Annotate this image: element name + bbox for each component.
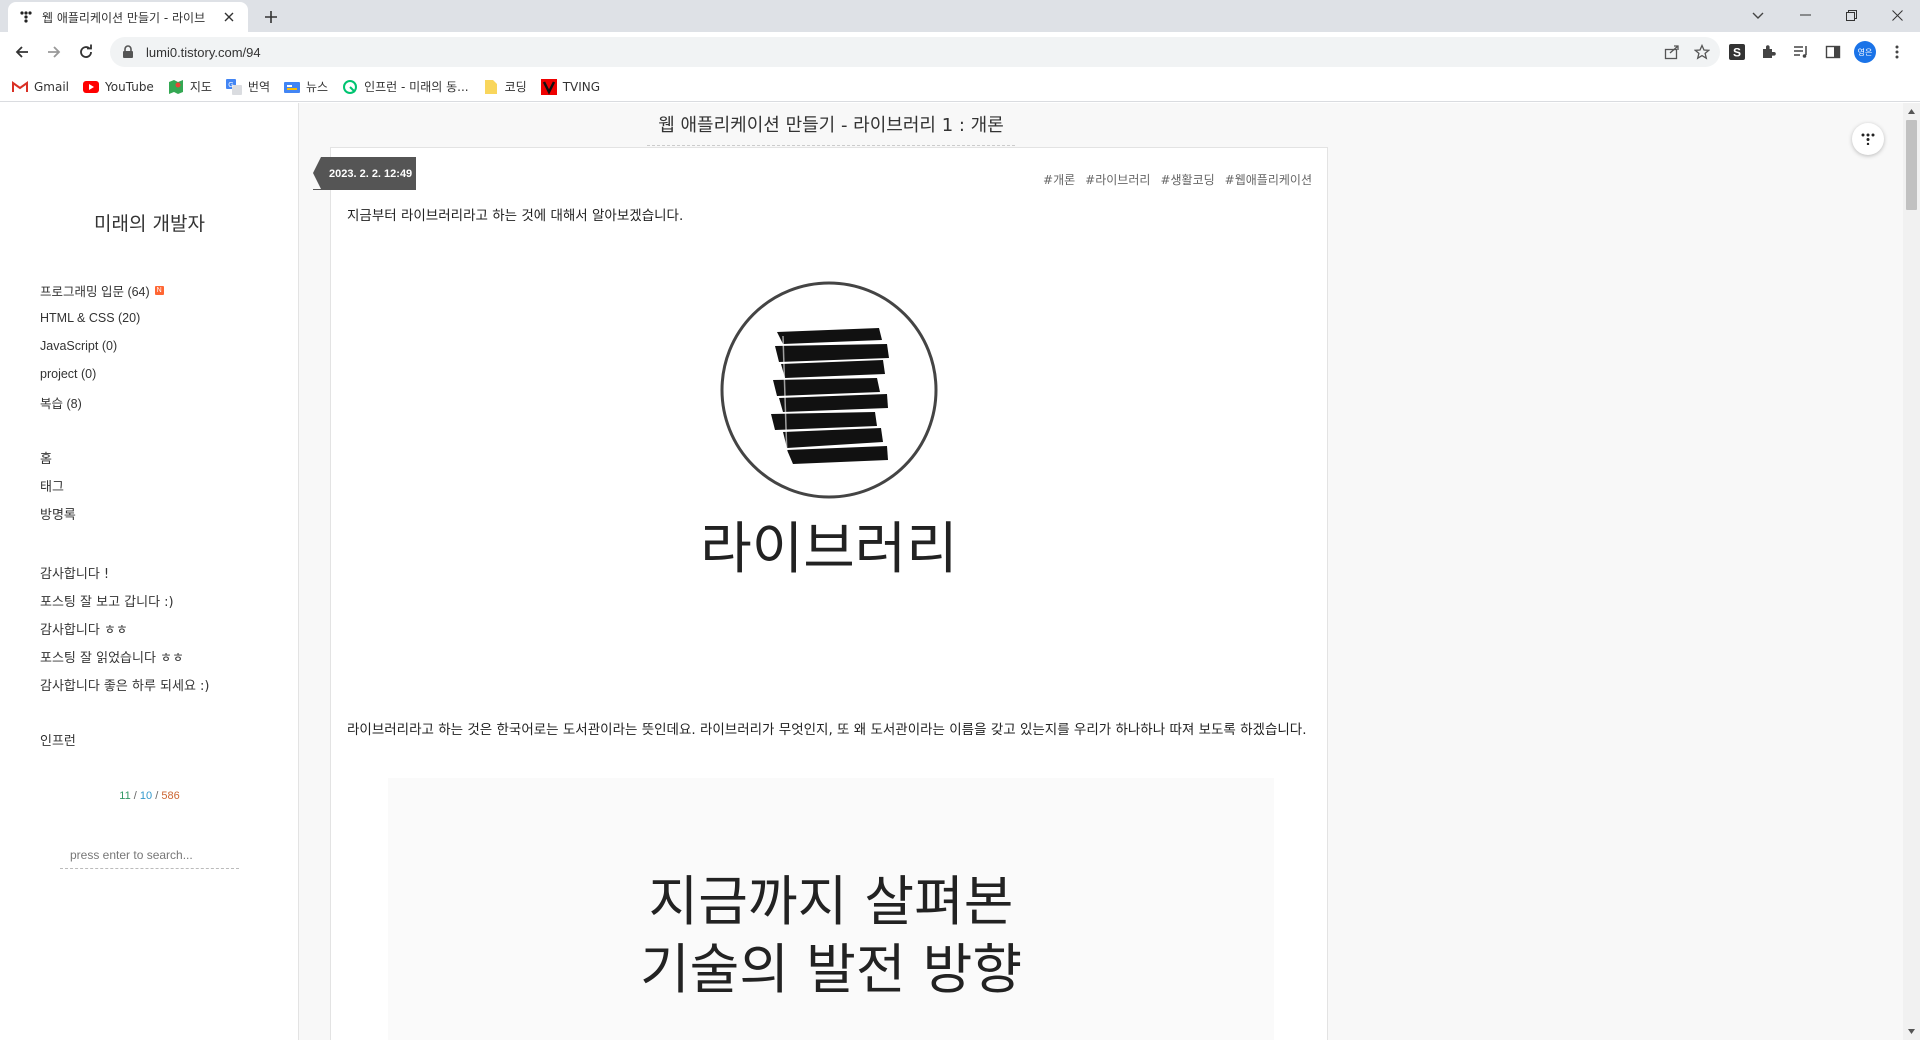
- url-text: lumi0.tistory.com/94: [146, 44, 261, 60]
- category-item[interactable]: JavaScript (0): [40, 332, 164, 360]
- svg-text:G: G: [228, 82, 233, 89]
- inflearn-icon: [342, 79, 358, 95]
- floating-menu-button[interactable]: [1852, 123, 1884, 155]
- tab-strip: 웹 애플리케이션 만들기 - 라이브: [0, 0, 1920, 32]
- back-arrow-icon[interactable]: [8, 38, 36, 66]
- minimize-icon[interactable]: [1782, 0, 1828, 30]
- extensions-puzzle-icon[interactable]: [1756, 39, 1782, 65]
- recent-comment-item[interactable]: 감사합니다 !: [40, 558, 210, 586]
- new-badge: N: [154, 285, 164, 295]
- restore-icon[interactable]: [1828, 0, 1874, 30]
- recent-comments: 감사합니다 ! 포스팅 잘 보고 갑니다 :) 감사합니다 ㅎㅎ 포스팅 잘 읽…: [40, 558, 210, 698]
- tag-link[interactable]: #라이브러리: [1085, 171, 1150, 188]
- category-item[interactable]: project (0): [40, 360, 164, 388]
- scroll-up-arrow-icon[interactable]: [1903, 103, 1920, 120]
- tag-link[interactable]: #개론: [1043, 171, 1075, 188]
- forward-arrow-icon[interactable]: [40, 38, 68, 66]
- search-input[interactable]: [60, 843, 239, 867]
- post-paragraph: 지금부터 라이브러리라고 하는 것에 대해서 알아보겠습니다.: [347, 208, 684, 224]
- close-window-icon[interactable]: [1874, 0, 1920, 30]
- blog-search: [60, 843, 239, 869]
- post-date-badge: 2023. 2. 2. 12:49: [313, 157, 416, 190]
- bookmark-inflearn[interactable]: 인프런 - 미래의 동...: [342, 78, 469, 95]
- share-icon[interactable]: [1664, 44, 1680, 60]
- bookmark-news[interactable]: 뉴스: [284, 78, 328, 95]
- post-article: #개론 #라이브러리 #생활코딩 #웹애플리케이션 지금부터 라이브러리라고 하…: [330, 147, 1328, 1040]
- bookmark-gmail[interactable]: Gmail: [12, 79, 69, 95]
- scrollbar-thumb[interactable]: [1906, 120, 1917, 210]
- folder-icon: [483, 79, 499, 95]
- bookmark-tving[interactable]: TVING: [540, 78, 600, 95]
- menu-item-tags[interactable]: 태그: [40, 471, 76, 499]
- page-viewport: 미래의 개발자 프로그래밍 입문 (64) N HTML & CSS (20) …: [0, 103, 1920, 1040]
- youtube-icon: [83, 79, 100, 95]
- slide-line-2: 기술의 발전 방향: [640, 938, 1022, 1001]
- scroll-down-arrow-icon[interactable]: [1903, 1023, 1920, 1040]
- tag-link[interactable]: #생활코딩: [1160, 171, 1214, 188]
- post-title[interactable]: 웹 애플리케이션 만들기 - 라이브러리 1 : 개론: [647, 111, 1015, 146]
- visitor-counter: 11 / 10 / 586: [119, 790, 180, 802]
- menu-item-home[interactable]: 홈: [40, 443, 76, 471]
- more-menu-icon[interactable]: [1884, 39, 1910, 65]
- tech-evolution-slide[interactable]: 지금까지 살펴본 기술의 발전 방향: [388, 778, 1274, 1040]
- post-tags: #개론 #라이브러리 #생활코딩 #웹애플리케이션: [1043, 171, 1312, 188]
- gmail-icon: [12, 79, 28, 95]
- blog-title[interactable]: 미래의 개발자: [0, 209, 299, 236]
- reload-icon[interactable]: [72, 38, 100, 66]
- extension-s-icon[interactable]: S: [1724, 39, 1750, 65]
- link-inflearn[interactable]: 인프런: [40, 730, 76, 749]
- browser-tab[interactable]: 웹 애플리케이션 만들기 - 라이브: [8, 2, 248, 32]
- bookmark-translate[interactable]: G 번역: [225, 78, 270, 95]
- counter-today: 10: [139, 790, 153, 802]
- tab-search-chevron-icon[interactable]: [1744, 4, 1772, 28]
- profile-avatar[interactable]: 영은: [1852, 39, 1878, 65]
- tag-link[interactable]: #웹애플리케이션: [1225, 171, 1312, 188]
- bookmark-maps[interactable]: 지도: [168, 78, 212, 95]
- tving-icon: [540, 78, 557, 95]
- post-paragraph: 라이브러리라고 하는 것은 한국어로는 도서관이라는 뜻인데요. 라이브러리가 …: [347, 722, 1307, 738]
- library-illustration[interactable]: 라이브러리: [347, 232, 1312, 612]
- recent-comment-item[interactable]: 포스팅 잘 읽었습니다 ㅎㅎ: [40, 642, 210, 670]
- menu-item-guestbook[interactable]: 방명록: [40, 499, 76, 527]
- close-tab-icon[interactable]: [220, 8, 238, 26]
- recent-comment-item[interactable]: 감사합니다 ㅎㅎ: [40, 614, 210, 642]
- bookmark-folder-coding[interactable]: 코딩: [483, 78, 527, 95]
- translate-icon: G: [225, 78, 242, 95]
- browser-toolbar: lumi0.tistory.com/94 S 영은: [0, 32, 1920, 72]
- lock-icon[interactable]: [122, 45, 136, 59]
- bookmarks-bar: Gmail YouTube 지도 G 번역 뉴스 인프런 - 미래의 동...: [0, 72, 1920, 102]
- category-list: 프로그래밍 입문 (64) N HTML & CSS (20) JavaScri…: [40, 276, 164, 416]
- media-control-icon[interactable]: [1788, 39, 1814, 65]
- category-item[interactable]: 프로그래밍 입문 (64) N: [40, 276, 164, 304]
- svg-text:S: S: [1733, 46, 1741, 60]
- side-panel-icon[interactable]: [1820, 39, 1846, 65]
- tab-title: 웹 애플리케이션 만들기 - 라이브: [42, 10, 206, 25]
- page-scrollbar[interactable]: [1903, 103, 1920, 1040]
- category-item[interactable]: 복습 (8): [40, 388, 164, 416]
- blog-sidebar: 미래의 개발자 프로그래밍 입문 (64) N HTML & CSS (20) …: [0, 103, 299, 1040]
- maps-icon: [168, 79, 184, 95]
- bookmark-star-icon[interactable]: [1694, 44, 1710, 60]
- counter-yesterday: 586: [161, 790, 180, 802]
- recent-comment-item[interactable]: 포스팅 잘 보고 갑니다 :): [40, 586, 210, 614]
- category-item[interactable]: HTML & CSS (20): [40, 304, 164, 332]
- bookmark-youtube[interactable]: YouTube: [83, 79, 154, 95]
- slide-line-1: 지금까지 살펴본: [649, 870, 1014, 933]
- image-caption: 라이브러리: [700, 517, 958, 582]
- recent-comment-item[interactable]: 감사합니다 좋은 하루 되세요 :): [40, 670, 210, 698]
- counter-total: 11: [119, 790, 131, 802]
- blog-menu: 홈 태그 방명록: [40, 443, 76, 527]
- address-bar[interactable]: lumi0.tistory.com/94: [110, 37, 1720, 67]
- new-tab-button[interactable]: [260, 6, 282, 28]
- tistory-favicon-icon: [18, 9, 34, 25]
- news-icon: [284, 79, 300, 95]
